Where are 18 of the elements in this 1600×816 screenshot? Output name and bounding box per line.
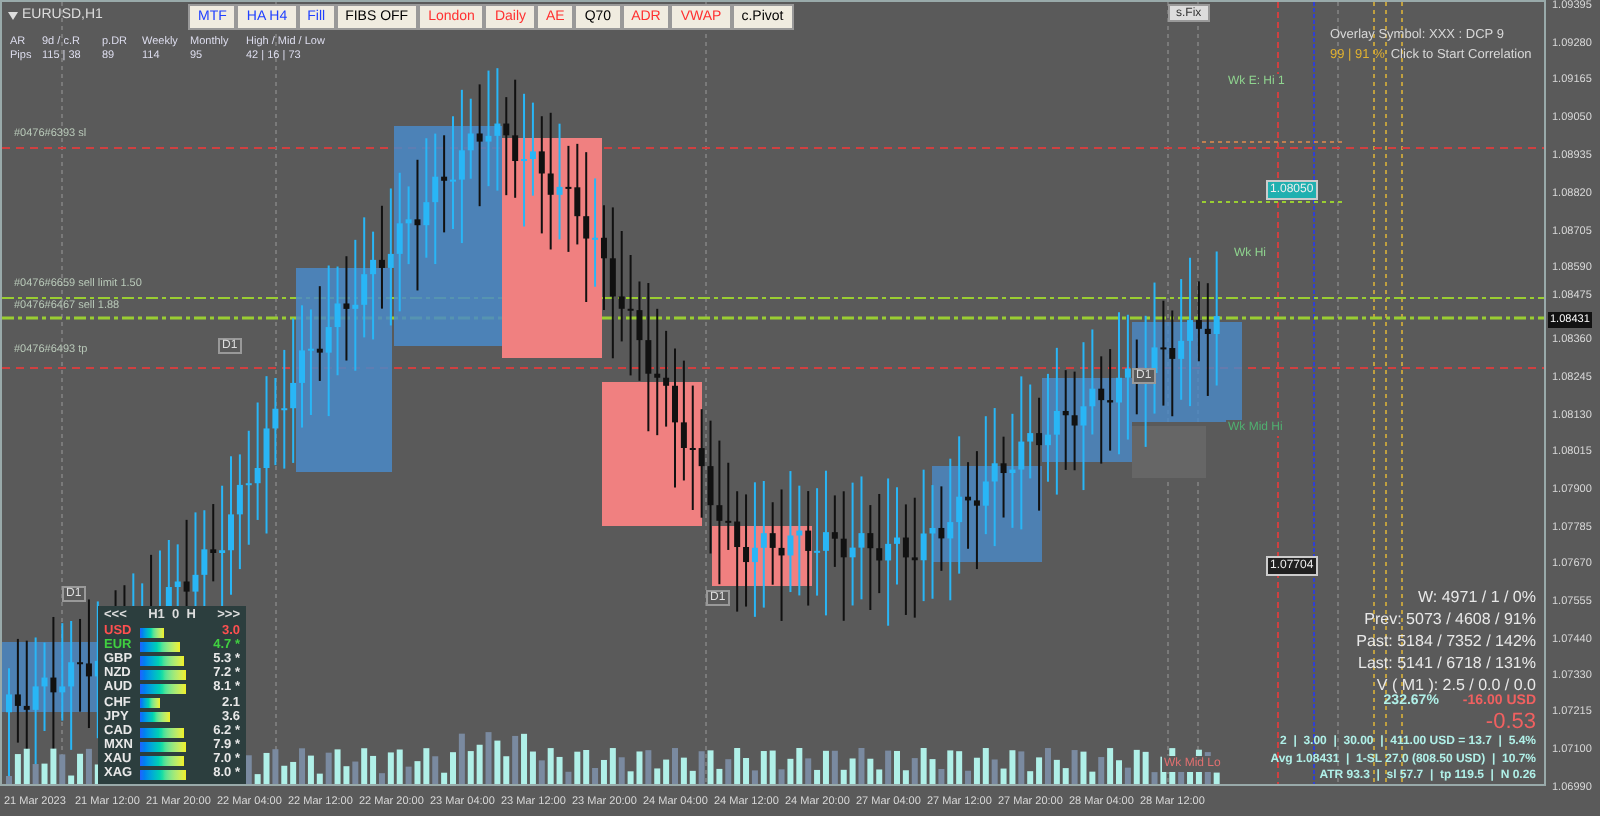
- stats-line: Prev: 5073 / 4608 / 91%: [1364, 608, 1536, 630]
- strength-bar: [140, 641, 180, 652]
- profit-value: -0.53: [1485, 712, 1536, 734]
- strength-bar: [140, 655, 184, 666]
- strength-bar: [140, 741, 186, 752]
- strength-bar: [140, 669, 186, 680]
- stats-line: Past: 5184 / 7352 / 142%: [1356, 630, 1536, 652]
- strength-bar: [140, 627, 164, 638]
- stats-line: Last: 5141 / 6718 / 131%: [1358, 652, 1536, 674]
- caret-icon[interactable]: [8, 12, 18, 21]
- strength-bar: [140, 698, 160, 709]
- strength-bar: [140, 684, 186, 695]
- strength-bar: [140, 755, 184, 766]
- stats-line: W: 4971 / 1 / 0%: [1418, 586, 1536, 608]
- strength-bar: [140, 727, 184, 738]
- strength-bar: [140, 769, 186, 780]
- strength-bar: [140, 712, 170, 723]
- stats-line: V ( M1 ): 2.5 / 0.0 / 0.0: [1376, 674, 1536, 694]
